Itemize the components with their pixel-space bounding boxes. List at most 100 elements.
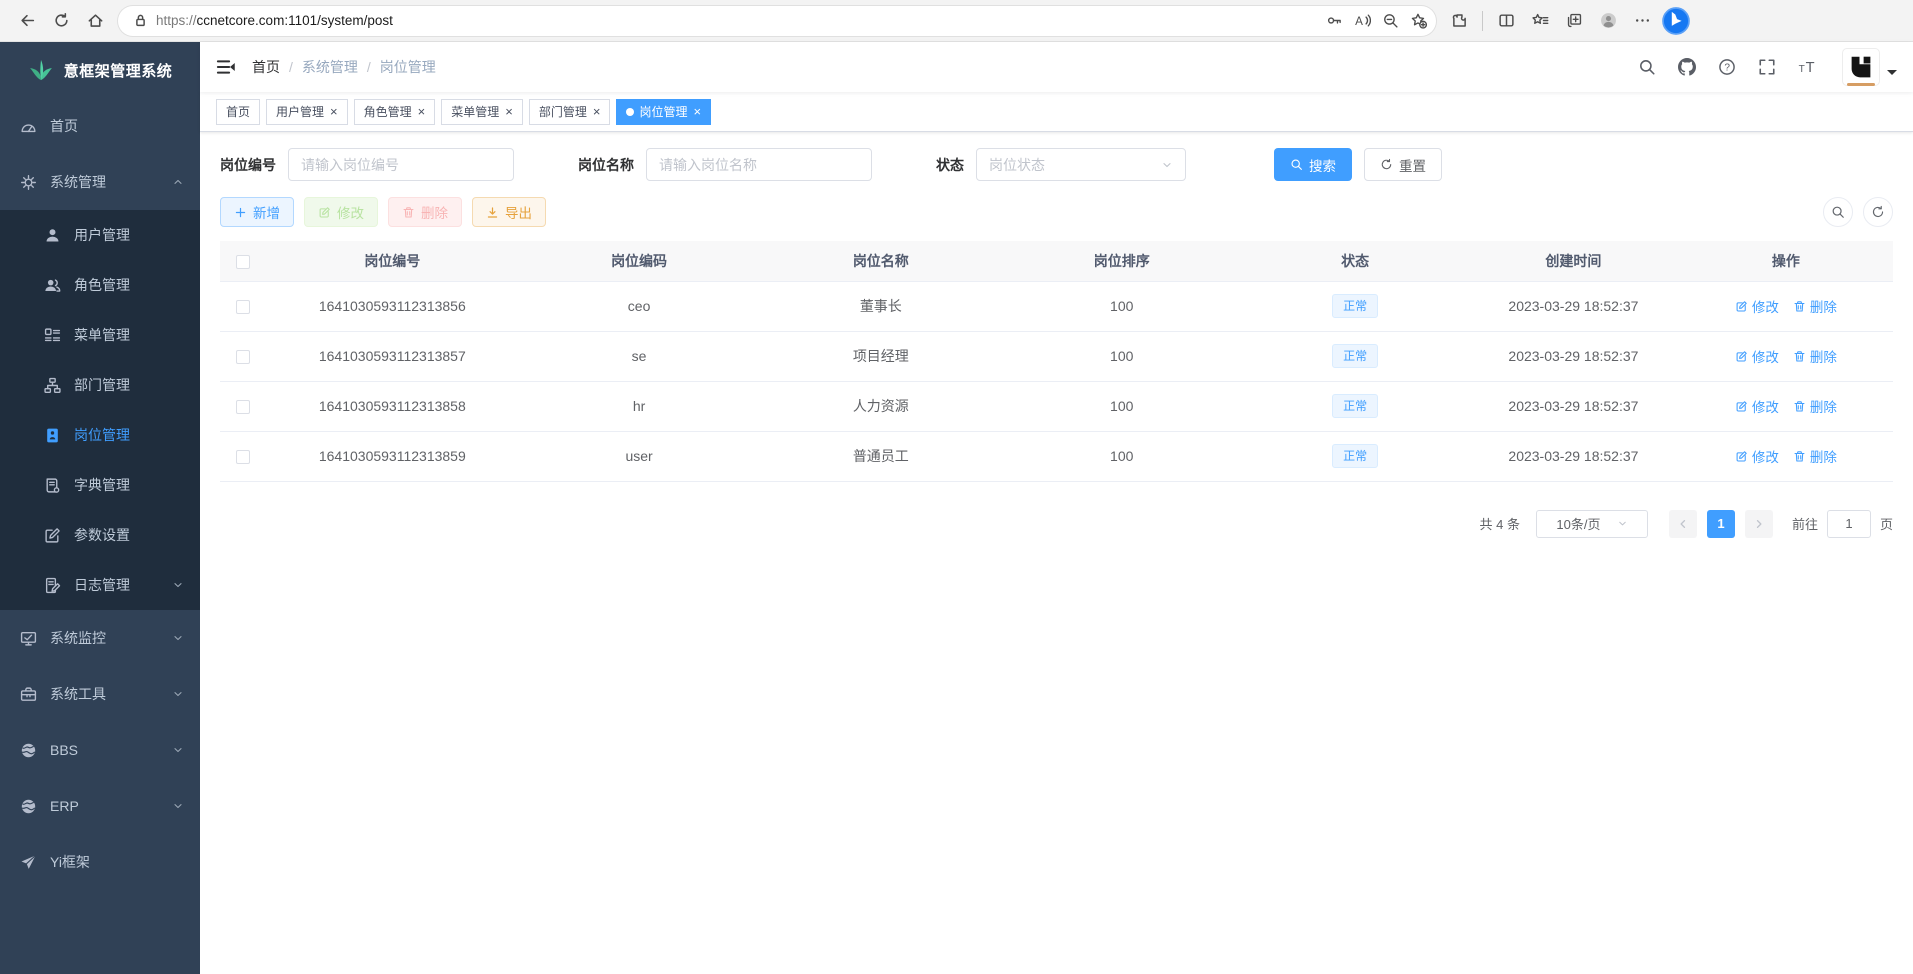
globe-icon [20,742,37,759]
tab-close-icon[interactable]: × [330,105,338,118]
fullscreen-icon[interactable] [1758,58,1776,76]
sidebar-item-system-monitor[interactable]: 系统监控 [0,610,200,666]
sidebar-item-log-management[interactable]: 日志管理 [0,560,200,610]
user-menu[interactable] [1842,48,1897,86]
collapse-menu-icon[interactable] [216,57,236,77]
sidebar-item-menu-management[interactable]: 菜单管理 [0,310,200,360]
row-checkbox[interactable] [236,450,250,464]
sidebar-item-label: 参数设置 [74,525,130,545]
tab-dept-management[interactable]: 部门管理× [529,99,611,125]
sidebar-item-bbs[interactable]: BBS [0,722,200,778]
trash-icon [402,206,415,219]
sidebar-item-yi-framework[interactable]: Yi框架 [0,834,200,890]
back-icon[interactable] [10,5,44,37]
reset-button[interactable]: 重置 [1364,148,1442,181]
delete-button[interactable]: 删除 [388,197,462,227]
sidebar-item-dept-management[interactable]: 部门管理 [0,360,200,410]
tab-close-icon[interactable]: × [693,105,701,118]
refresh-icon[interactable] [44,5,78,37]
row-delete-button[interactable]: 删除 [1793,296,1837,316]
help-icon[interactable]: ? [1718,58,1736,76]
tab-menu-management[interactable]: 菜单管理× [441,99,523,125]
row-checkbox[interactable] [236,300,250,314]
tab-user-management[interactable]: 用户管理× [266,99,348,125]
user-avatar[interactable] [1842,48,1880,86]
row-edit-button[interactable]: 修改 [1735,346,1779,366]
show-search-button[interactable] [1823,197,1853,227]
edit-pen-icon [1735,400,1748,413]
sidebar-item-label: 用户管理 [74,225,130,245]
url-text[interactable]: https://ccnetcore.com:1101/system/post [156,13,1320,28]
refresh-table-button[interactable] [1863,197,1893,227]
breadcrumb-item[interactable]: 首页 [252,57,280,77]
bing-chat-icon[interactable] [1659,5,1693,37]
zoom-out-icon[interactable] [1376,8,1404,34]
key-icon[interactable] [1320,8,1348,34]
profile-icon[interactable] [1591,5,1625,37]
select-all-checkbox[interactable] [236,255,250,269]
sidebar-item-erp[interactable]: ERP [0,778,200,834]
tab-post-management[interactable]: 岗位管理× [616,99,711,125]
chevron-up-icon [172,176,184,188]
post-status-select[interactable]: 岗位状态 [976,148,1186,181]
home-icon[interactable] [78,5,112,37]
column-header: 岗位编号 [267,241,518,281]
row-edit-button[interactable]: 修改 [1735,446,1779,466]
more-icon[interactable] [1625,5,1659,37]
row-checkbox[interactable] [236,400,250,414]
sidebar-item-role-management[interactable]: 角色管理 [0,260,200,310]
page-size-select[interactable]: 10条/页 [1536,510,1648,538]
tab-close-icon[interactable]: × [418,105,426,118]
row-edit-button[interactable]: 修改 [1735,296,1779,316]
split-screen-icon[interactable] [1489,5,1523,37]
users-icon [44,277,61,294]
extensions-icon[interactable] [1442,5,1476,37]
row-delete-button[interactable]: 删除 [1793,396,1837,416]
collections-icon[interactable] [1557,5,1591,37]
tab-home[interactable]: 首页 [216,99,260,125]
row-delete-button[interactable]: 删除 [1793,446,1837,466]
font-size-icon[interactable]: TT [1798,58,1816,76]
post-name-input[interactable]: 请输入岗位名称 [646,148,872,181]
sidebar-item-system-management[interactable]: 系统管理 [0,154,200,210]
goto-page-input[interactable]: 1 [1827,510,1871,538]
tab-label: 角色管理 [364,103,412,120]
search-icon[interactable] [1638,58,1656,76]
add-button[interactable]: 新增 [220,197,294,227]
row-checkbox[interactable] [236,350,250,364]
post-id-input[interactable]: 请输入岗位编号 [288,148,514,181]
breadcrumb-item[interactable]: 系统管理 [302,57,358,77]
sidebar-item-home[interactable]: 首页 [0,98,200,154]
sidebar-item-param-settings[interactable]: 参数设置 [0,510,200,560]
export-button[interactable]: 导出 [472,197,546,227]
page-number-button[interactable]: 1 [1707,510,1735,538]
chevron-down-icon [172,744,184,756]
modify-button[interactable]: 修改 [304,197,378,227]
sidebar-item-user-management[interactable]: 用户管理 [0,210,200,260]
column-header: 岗位排序 [1001,241,1242,281]
next-page-button[interactable] [1745,510,1773,538]
favorites-icon[interactable] [1523,5,1557,37]
tab-close-icon[interactable]: × [593,105,601,118]
search-button[interactable]: 搜索 [1274,148,1352,181]
add-favorite-icon[interactable] [1404,8,1432,34]
search-form: 岗位编号请输入岗位编号岗位名称请输入岗位名称状态岗位状态搜索重置 [220,148,1893,181]
prev-page-button[interactable] [1669,510,1697,538]
address-bar[interactable]: https://ccnetcore.com:1101/system/post A [118,6,1436,36]
tab-close-icon[interactable]: × [505,105,513,118]
row-edit-button[interactable]: 修改 [1735,396,1779,416]
app-logo[interactable]: 意框架管理系统 [0,42,200,98]
github-icon[interactable] [1678,58,1696,76]
sidebar-item-post-management[interactable]: 岗位管理 [0,410,200,460]
column-header: 岗位名称 [760,241,1001,281]
sidebar-item-system-tools[interactable]: 系统工具 [0,666,200,722]
sidebar-item-dict-management[interactable]: 字典管理 [0,460,200,510]
row-delete-button[interactable]: 删除 [1793,346,1837,366]
table-header-row: 岗位编号岗位编码岗位名称岗位排序状态创建时间操作 [220,241,1893,281]
cell-post-name: 人力资源 [760,381,1001,431]
toolbar-buttons: 新增修改删除导出 [220,197,556,227]
tab-role-management[interactable]: 角色管理 × [354,99,436,125]
breadcrumb-item[interactable]: 岗位管理 [380,57,436,77]
read-aloud-icon[interactable]: A [1348,8,1376,34]
sidebar-item-label: Yi框架 [50,852,90,872]
